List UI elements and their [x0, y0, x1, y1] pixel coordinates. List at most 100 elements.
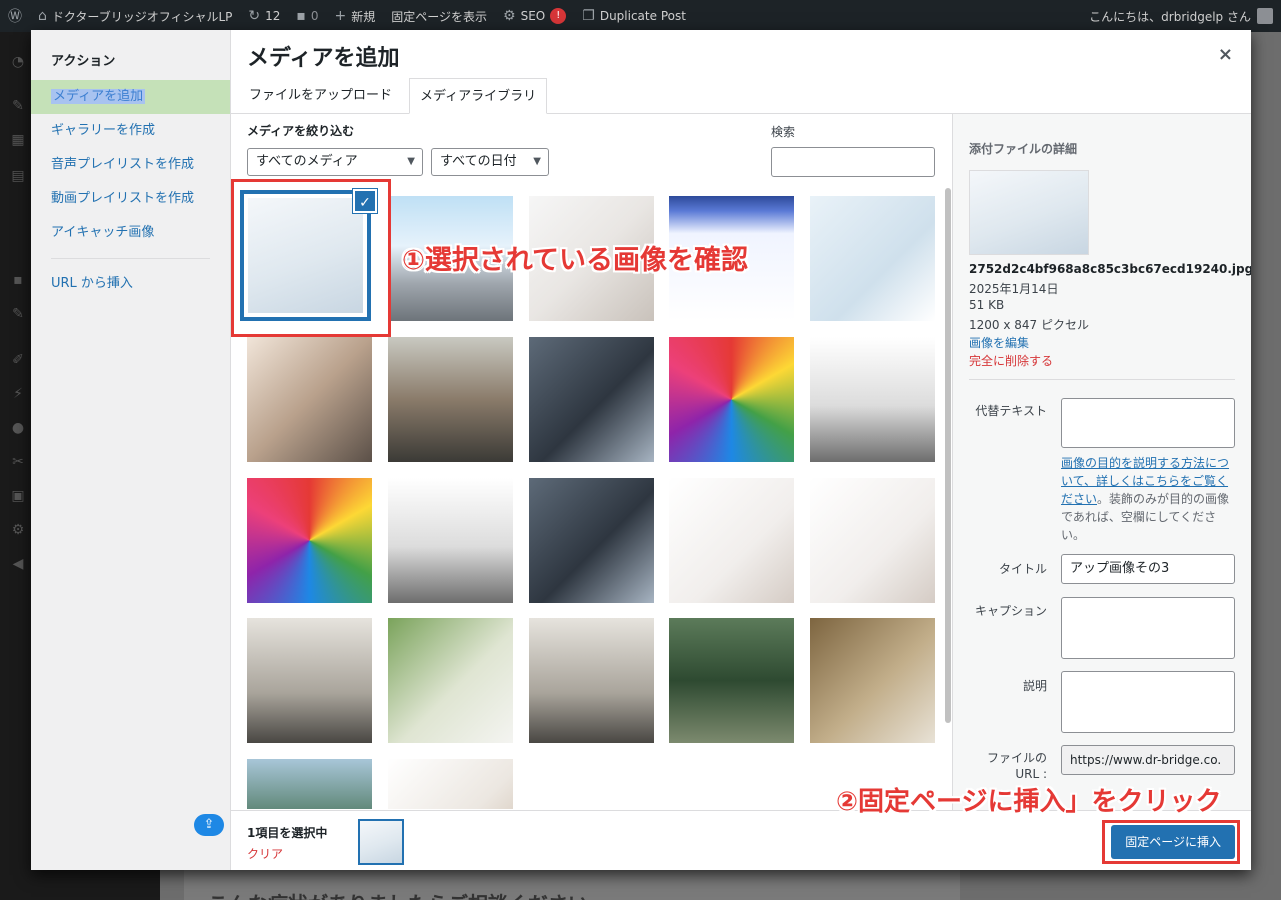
annotation-highlight-insert-button [1102, 820, 1240, 864]
selected-thumbnail[interactable] [358, 819, 404, 865]
seo-icon: ⚙ [11, 522, 25, 538]
dashboard-icon: ◔ [11, 54, 25, 70]
account-menu[interactable]: こんにちは、drbridgelp さん [1089, 0, 1273, 32]
close-icon[interactable]: × [1218, 44, 1233, 65]
title-field[interactable]: アップ画像その3 [1061, 554, 1235, 584]
alt-text-label: 代替テキスト [975, 404, 1047, 418]
greeting-text: こんにちは、drbridgelp さん [1089, 9, 1251, 24]
duplicate-post-link[interactable]: ❐ Duplicate Post [574, 0, 694, 32]
updates-link[interactable]: ↻ 12 [240, 0, 288, 32]
plugins-icon: ⚡ [13, 386, 23, 402]
upload-icon[interactable]: ⇪ [194, 814, 224, 836]
users-icon: ● [11, 420, 25, 436]
seo-gear-icon: ⚙ [503, 8, 516, 24]
plus-icon: + [334, 8, 347, 24]
grid-item-team-meeting-photo-2[interactable] [529, 618, 654, 743]
media-type-select[interactable]: すべてのメディア ▼ [247, 148, 423, 176]
chevron-down-icon: ▼ [407, 156, 415, 167]
tab-media-library[interactable]: メディアライブラリ [409, 78, 548, 114]
annotation-step-1: ①選択されている画像を確認 [402, 245, 749, 276]
pin-icon: ✎ [12, 98, 24, 114]
modal-sidebar: アクション メディアを追加 ギャラリーを作成 音声プレイリストを作成 動画プレイ… [31, 30, 231, 870]
details-date: 2025年1月14日 [969, 282, 1059, 296]
alt-text-field[interactable] [1061, 398, 1235, 448]
chevron-down-icon: ▼ [533, 156, 541, 167]
details-thumbnail [969, 170, 1089, 255]
modal-footer: 1項目を選択中 クリア 固定ページに挿入 [231, 810, 1251, 870]
sidebar-item-insert-from-url[interactable]: URL から挿入 [31, 267, 230, 301]
modal-tabs: ファイルをアップロード メディアライブラリ [231, 78, 1251, 114]
details-heading: 添付ファイルの詳細 [969, 142, 1078, 156]
filter-label: メディアを絞り込む [247, 124, 355, 138]
description-field[interactable] [1061, 671, 1235, 733]
seo-menu[interactable]: ⚙ SEO! [495, 0, 574, 32]
grid-item-tablet-chart-photo-2[interactable] [529, 478, 654, 603]
file-url-label: ファイルの URL : [986, 751, 1047, 781]
sidebar-item-video-playlist[interactable]: 動画プレイリストを作成 [31, 182, 230, 216]
grid-item-woman-running-photo-2[interactable] [388, 478, 513, 603]
sidebar-item-create-gallery[interactable]: ギャラリーを作成 [31, 114, 230, 148]
annotation-step-2: ②固定ページに挿入」をクリック [836, 787, 1222, 817]
sidebar-item-featured-image[interactable]: アイキャッチ画像 [31, 216, 230, 250]
view-page-link[interactable]: 固定ページを表示 [383, 0, 495, 32]
sidebar-divider [51, 258, 210, 259]
pages-icon: ▤ [11, 168, 25, 184]
site-name-link[interactable]: ⌂ ドクターブリッジオフィシャルLP [30, 0, 240, 32]
grid-item-lake-forest-photo[interactable] [247, 759, 372, 809]
grid-item-office-women-tablet-photo[interactable] [247, 337, 372, 462]
tools-icon: ✂ [12, 454, 24, 470]
modal-title: メディアを追加 [247, 46, 400, 71]
details-divider [969, 379, 1235, 380]
attachment-details-panel: 添付ファイルの詳細 2752d2c4bf968a8c85c3bc67ecd192… [952, 114, 1251, 810]
media-modal: アクション メディアを追加 ギャラリーを作成 音声プレイリストを作成 動画プレイ… [31, 30, 1251, 870]
grid-item-elderly-woman-photo[interactable] [388, 618, 513, 743]
grid-scrollbar[interactable] [945, 188, 951, 723]
sidebar-item-add-media[interactable]: メディアを追加 [31, 80, 230, 114]
home-icon: ⌂ [38, 8, 47, 24]
details-filename: 2752d2c4bf968a8c85c3bc67ecd19240.jpg [969, 262, 1251, 276]
seo-alert-badge: ! [550, 8, 567, 24]
grid-item-office-pingpong-photo[interactable] [388, 337, 513, 462]
date-filter-select[interactable]: すべての日付 ▼ [431, 148, 549, 176]
comment-icon: ▪ [296, 8, 306, 24]
grid-item-team-meeting-photo[interactable] [247, 618, 372, 743]
actions-heading: アクション [51, 54, 116, 69]
grid-item-doctor-high-five-photo-2[interactable] [810, 478, 935, 603]
caption-label: キャプション [974, 604, 1047, 618]
grid-item-umbrellas-photo-2[interactable] [247, 478, 372, 603]
details-filesize: 51 KB [969, 298, 1005, 312]
grid-item-woman-running-photo[interactable] [810, 337, 935, 462]
annotation-highlight-selected-image [231, 179, 391, 337]
edit-image-link[interactable]: 画像を編集 [969, 334, 1029, 351]
search-label: 検索 [771, 125, 796, 139]
new-content-link[interactable]: + 新規 [327, 0, 384, 32]
media-icon: ▦ [11, 132, 25, 148]
collapse-icon: ◀ [12, 556, 24, 572]
search-input[interactable] [771, 147, 935, 177]
grid-item-tablet-chart-photo[interactable] [529, 337, 654, 462]
grid-item-doctor-high-five-photo[interactable] [669, 478, 794, 603]
sidebar-item-audio-playlist[interactable]: 音声プレイリストを作成 [31, 148, 230, 182]
posts-icon: ✎ [12, 306, 24, 322]
settings-icon: ▣ [11, 488, 25, 504]
grid-item-man-smiling-photo[interactable] [388, 759, 513, 809]
grid-item-umbrellas-photo[interactable] [669, 337, 794, 462]
grid-item-suspension-bridge-photo[interactable] [669, 618, 794, 743]
clear-selection-link[interactable]: クリア [247, 845, 283, 862]
admin-bar: Ⓦ ⌂ ドクターブリッジオフィシャルLP ↻ 12 ▪ 0 + 新規 固定ページを表示 … [0, 0, 1281, 32]
file-url-field[interactable]: https://www.dr-bridge.co. [1061, 745, 1235, 775]
grid-item-medical-staff-collage[interactable] [810, 196, 935, 321]
details-dimensions: 1200 x 847 ピクセル [969, 318, 1089, 332]
title-label: タイトル [998, 562, 1047, 576]
tab-upload-files[interactable]: ファイルをアップロード [239, 78, 402, 114]
avatar [1257, 8, 1273, 24]
alt-text-help: 画像の目的を説明する方法について、詳しくはこちらをご覧ください。装飾のみが目的の… [1061, 456, 1230, 542]
refresh-icon: ↻ [248, 8, 261, 24]
grid-item-elderly-woman-photo-2[interactable] [810, 618, 935, 743]
description-label: 説明 [1022, 679, 1047, 693]
comments-link[interactable]: ▪ 0 [288, 0, 326, 32]
appearance-icon: ✐ [12, 352, 24, 368]
delete-permanently-link[interactable]: 完全に削除する [969, 352, 1053, 369]
wordpress-logo-icon[interactable]: Ⓦ [0, 0, 30, 32]
caption-field[interactable] [1061, 597, 1235, 659]
